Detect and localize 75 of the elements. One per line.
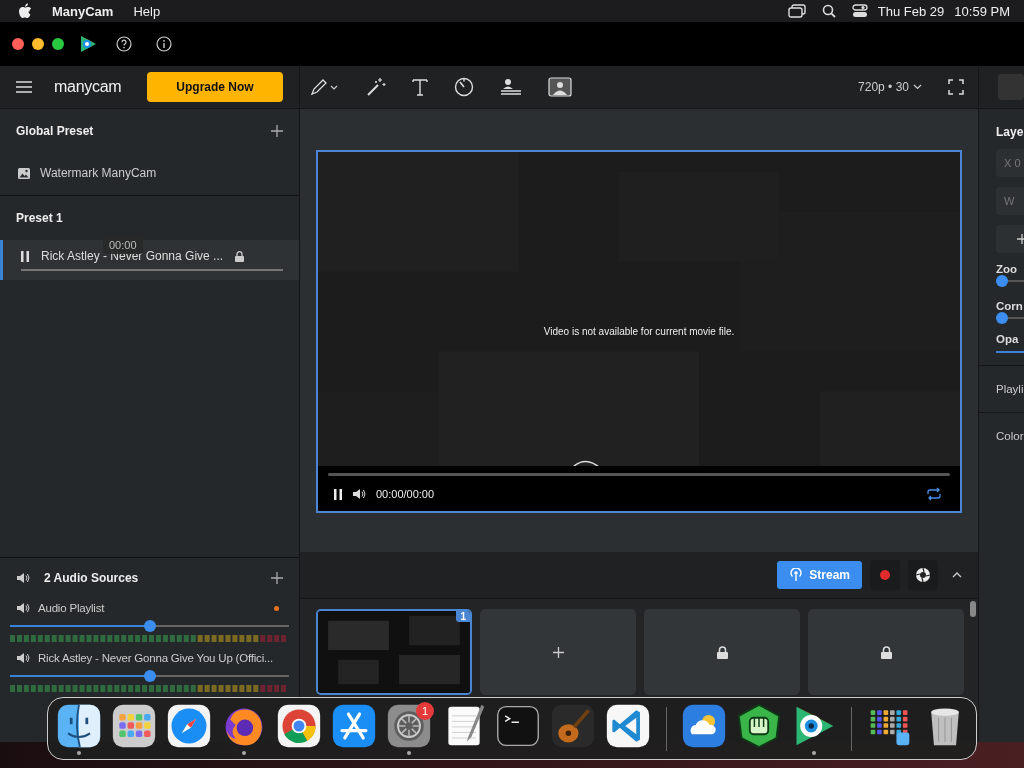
text-icon[interactable] <box>412 78 428 96</box>
menu-item[interactable]: Help <box>133 3 161 19</box>
panel-tab[interactable]: Opa <box>996 327 1024 353</box>
panel-title: Laye <box>996 125 1024 139</box>
app-store-icon[interactable] <box>330 702 377 749</box>
pause-icon[interactable] <box>334 488 342 500</box>
slider-label: Corn <box>996 300 1024 312</box>
collapse-icon[interactable] <box>952 572 962 578</box>
scene-tile[interactable] <box>644 609 800 695</box>
code-editor-icon[interactable] <box>605 702 652 749</box>
record-button[interactable] <box>870 560 900 590</box>
upgrade-button[interactable]: Upgrade Now <box>147 72 283 102</box>
lower-third-icon[interactable] <box>500 78 522 96</box>
status-message: Video is not available for current movie file. <box>542 326 736 337</box>
speaker-icon[interactable] <box>16 602 30 614</box>
slider-label: Zoo <box>996 263 1019 275</box>
toggle-icon[interactable] <box>851 4 868 18</box>
magic-wand-icon[interactable] <box>366 77 386 97</box>
snapshot-button[interactable] <box>908 560 938 590</box>
menubar-time: 10:59 PM <box>954 3 1010 19</box>
menu-icon[interactable] <box>16 81 32 93</box>
windows-icon[interactable] <box>787 4 806 18</box>
scene-tile[interactable] <box>480 609 636 695</box>
resolution-dropdown[interactable]: 720p • 30 <box>858 80 922 94</box>
minimize-window-button[interactable] <box>32 38 44 50</box>
zoom-window-button[interactable] <box>52 38 64 50</box>
aperture-icon <box>915 567 931 583</box>
add-icon[interactable] <box>271 125 283 137</box>
menubar-date: Thu Feb 29 <box>877 3 945 19</box>
timer-icon[interactable] <box>454 77 474 97</box>
cloud-icon[interactable] <box>681 702 728 749</box>
lock-icon <box>880 645 892 659</box>
chrome-icon[interactable] <box>275 702 322 749</box>
close-window-button[interactable] <box>12 38 24 50</box>
pencil-icon[interactable] <box>310 78 340 96</box>
add-icon[interactable] <box>271 572 283 584</box>
gear-icon[interactable] <box>385 702 432 749</box>
background-icon[interactable] <box>548 77 572 97</box>
lock-icon <box>716 645 728 659</box>
app-menu[interactable]: ManyCam <box>52 3 114 19</box>
broadcast-icon <box>789 568 804 582</box>
camera-eye-logo-icon <box>78 34 98 54</box>
info-icon[interactable] <box>156 36 172 52</box>
scene-tile[interactable] <box>808 609 964 695</box>
guitar-icon[interactable] <box>550 702 597 749</box>
panel-section[interactable]: Playli <box>979 365 1024 412</box>
plus-icon <box>1016 234 1024 244</box>
image-icon <box>18 167 30 179</box>
speaker-icon <box>16 572 30 584</box>
loop-icon[interactable] <box>926 487 942 501</box>
panel-section[interactable]: Color <box>979 412 1024 459</box>
notification-badge: 1 <box>416 701 435 720</box>
scene-number: 1 <box>456 611 470 622</box>
section-title: Preset 1 <box>16 211 63 225</box>
speaker-icon[interactable] <box>352 488 366 500</box>
preset-item[interactable]: Watermark ManyCam <box>0 153 299 193</box>
add-icon[interactable] <box>552 646 564 658</box>
compass-icon[interactable] <box>166 702 213 749</box>
section-title: Global Preset <box>16 124 94 138</box>
audio-source-name: Audio Playlist <box>38 602 105 614</box>
scrollbar-thumb[interactable] <box>970 601 976 617</box>
playback-time: 00:00/00:00 <box>376 488 435 500</box>
scene-tile[interactable]: 1 <box>316 609 472 695</box>
pause-icon[interactable] <box>21 250 29 262</box>
manycam-logo: manycam <box>54 78 122 96</box>
help-icon[interactable] <box>116 36 132 52</box>
fullscreen-icon[interactable] <box>948 79 964 95</box>
apple-logo-icon[interactable] <box>18 3 32 19</box>
smiling-face-icon[interactable] <box>56 702 103 749</box>
search-icon[interactable] <box>821 4 836 18</box>
speaker-icon[interactable] <box>16 652 30 664</box>
caret-icon <box>913 84 922 90</box>
audio-source-name: Rick Astley - Never Gonna Give You Up (Offici... <box>38 652 273 664</box>
app-grid-icon[interactable] <box>111 702 158 749</box>
section-title: 2 Audio Sources <box>44 571 139 585</box>
